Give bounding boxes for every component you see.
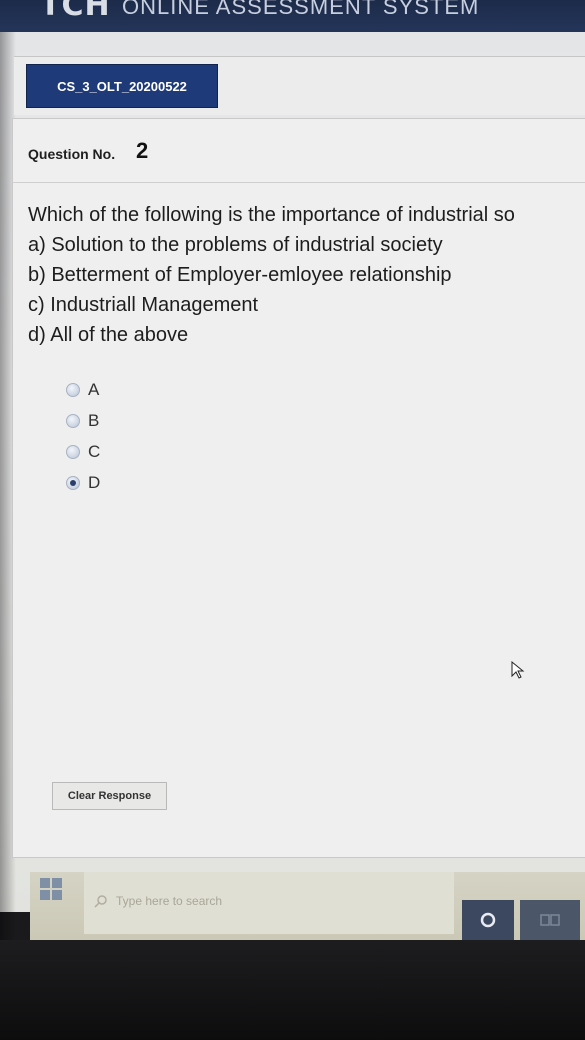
task-view-icon xyxy=(540,914,560,926)
option-c[interactable]: C xyxy=(66,436,100,467)
option-d-label: D xyxy=(88,472,101,492)
answer-options: A B C D xyxy=(66,374,100,498)
radio-d[interactable] xyxy=(66,475,80,490)
search-placeholder: Type here to search xyxy=(116,894,223,908)
app-header: TCH ONLINE ASSESSMENT SYSTEM xyxy=(0,0,585,32)
question-stem: Which of the following is the importance… xyxy=(28,204,515,226)
task-view-button[interactable] xyxy=(520,900,580,940)
option-a-label: A xyxy=(88,379,100,399)
choice-b-text: b) Betterment of Employer-emloyee relati… xyxy=(28,264,452,286)
choice-a-text: a) Solution to the problems of industria… xyxy=(28,234,443,256)
radio-a[interactable] xyxy=(66,382,80,397)
search-icon xyxy=(94,895,107,908)
cortana-button[interactable] xyxy=(462,900,514,940)
radio-c[interactable] xyxy=(66,444,80,459)
question-label: Question No. xyxy=(28,146,116,162)
exam-code-badge: CS_3_OLT_20200522 xyxy=(26,64,218,108)
radio-b[interactable] xyxy=(66,413,80,428)
cortana-icon xyxy=(480,912,496,928)
option-b-label: B xyxy=(88,410,100,430)
monitor-bezel xyxy=(0,940,585,1040)
option-d[interactable]: D xyxy=(66,467,100,498)
taskbar-search-box[interactable]: Type here to search xyxy=(84,872,454,934)
option-c-label: C xyxy=(88,441,101,461)
option-b[interactable]: B xyxy=(66,405,100,436)
question-text: Which of the following is the importance… xyxy=(28,200,585,350)
app-logo: TCH xyxy=(40,0,111,23)
choice-c-text: c) Industriall Management xyxy=(28,294,259,316)
question-number: 2 xyxy=(136,138,149,163)
clear-response-button[interactable]: Clear Response xyxy=(52,782,167,810)
windows-start-icon[interactable] xyxy=(40,878,62,900)
system-title: ONLINE ASSESSMENT SYSTEM xyxy=(122,0,480,19)
mouse-pointer-icon xyxy=(511,660,525,679)
choice-d-text: d) All of the above xyxy=(28,324,189,346)
option-a[interactable]: A xyxy=(66,374,100,405)
